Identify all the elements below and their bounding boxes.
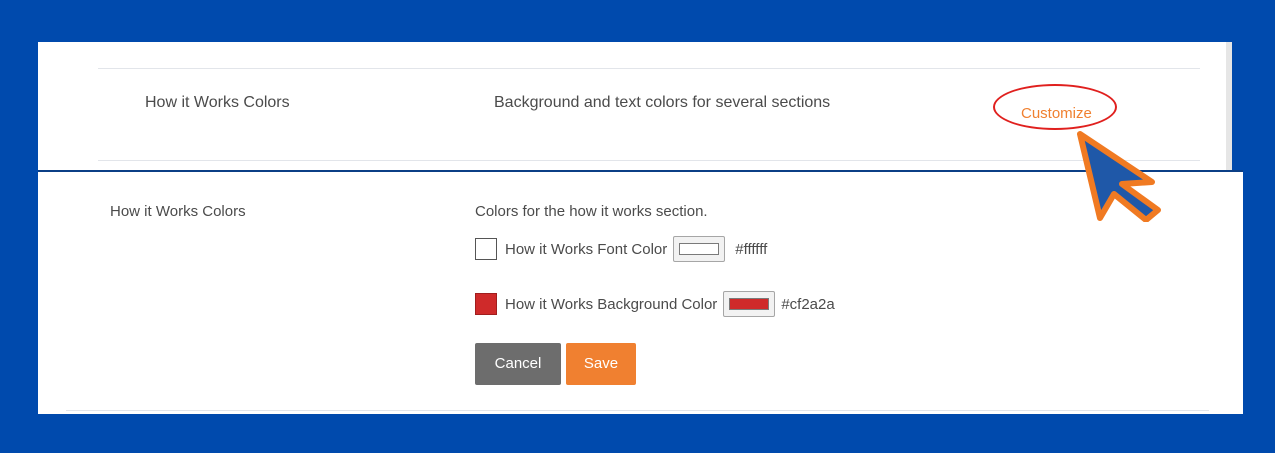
font-color-label: How it Works Font Color — [505, 240, 668, 258]
setting-row-description: Background and text colors for several s… — [494, 94, 831, 111]
font-color-picker[interactable] — [673, 236, 726, 262]
save-button[interactable]: Save — [566, 343, 636, 385]
row-divider — [98, 160, 1200, 161]
background-color-row: How it Works Background Color #cf2a2a — [475, 291, 835, 317]
background-color-swatch[interactable] — [475, 293, 497, 315]
row-divider — [66, 410, 1209, 411]
font-color-hex: #ffffff — [735, 240, 768, 258]
editor-label: How it Works Colors — [110, 203, 246, 220]
background-color-picker[interactable] — [723, 291, 776, 317]
cursor-arrow-icon — [1077, 131, 1161, 222]
setting-row-label: How it Works Colors — [145, 94, 290, 111]
scrollbar-track — [1226, 42, 1232, 171]
font-color-swatch[interactable] — [475, 238, 497, 260]
font-color-row: How it Works Font Color #ffffff — [475, 236, 767, 262]
font-color-preview — [679, 243, 720, 255]
editor-description: Colors for the how it works section. — [475, 203, 708, 220]
background-color-preview — [729, 298, 770, 310]
background-color-hex: #cf2a2a — [781, 295, 835, 313]
row-divider — [98, 68, 1200, 69]
cancel-button[interactable]: Cancel — [475, 343, 561, 385]
background-color-label: How it Works Background Color — [505, 295, 718, 313]
